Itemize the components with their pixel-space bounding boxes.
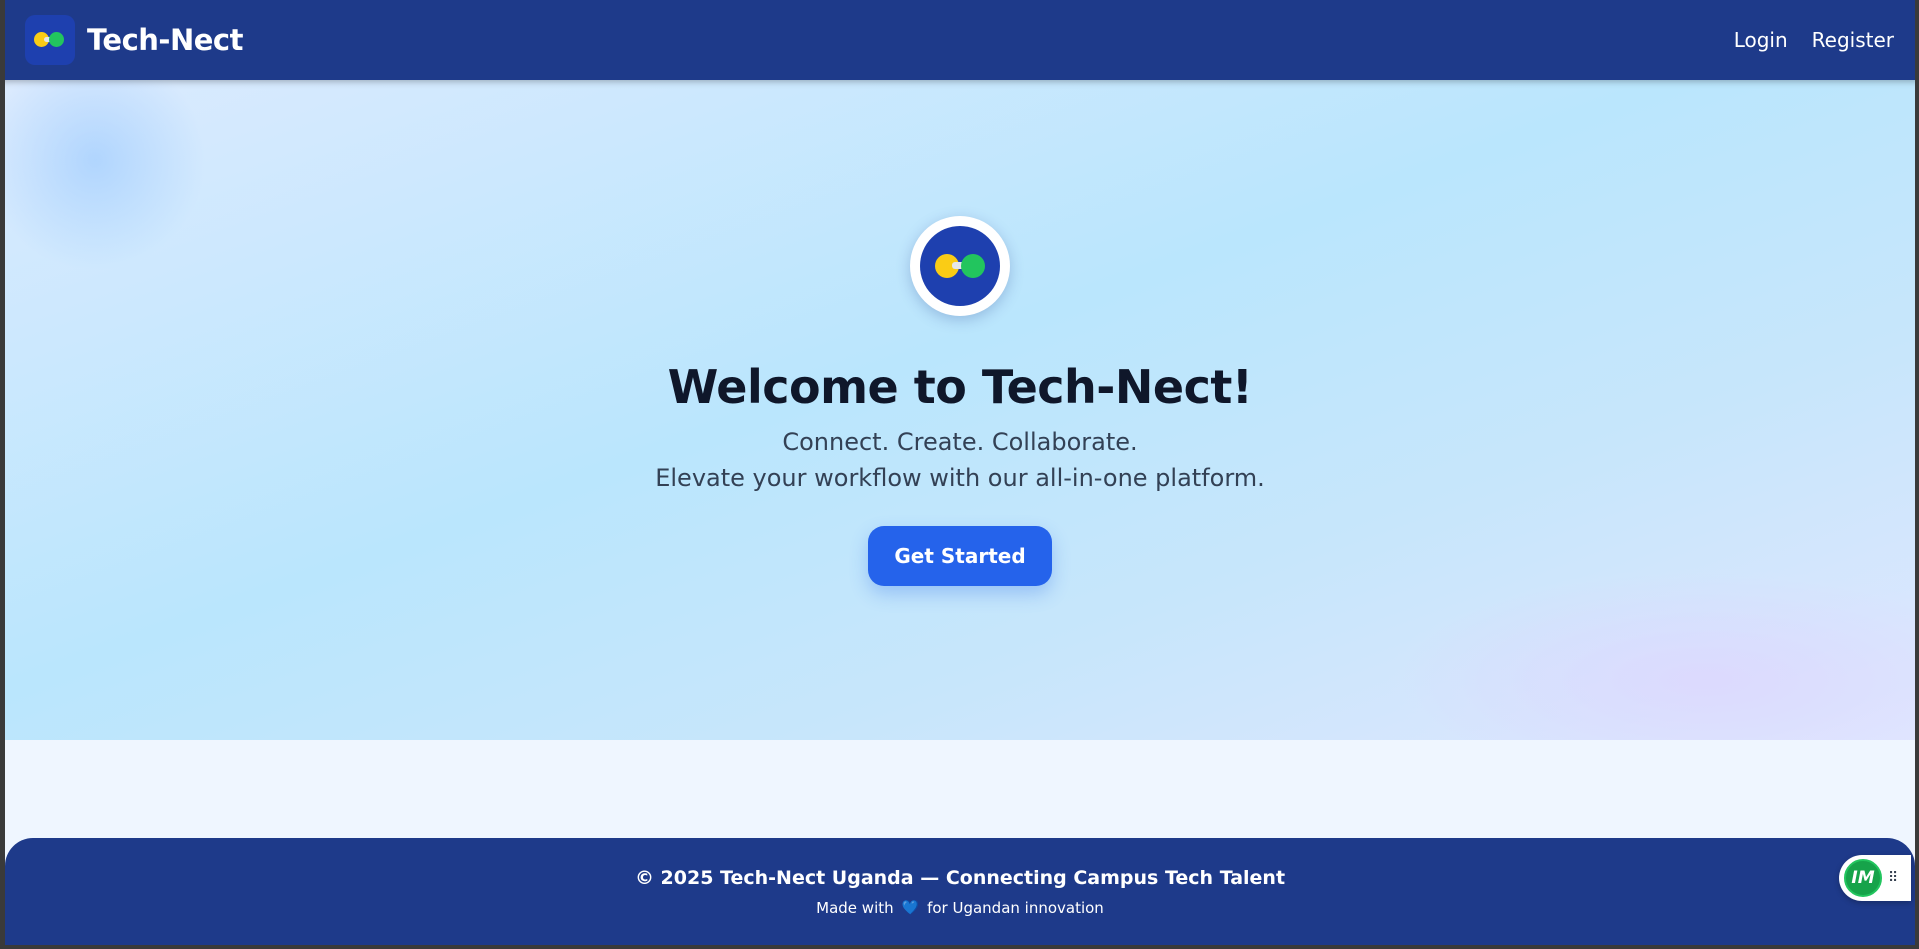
- hero-subtitle: Elevate your workflow with our all-in-on…: [655, 464, 1265, 492]
- hero-title: Welcome to Tech-Nect!: [667, 360, 1253, 414]
- brand-name: Tech-Nect: [87, 23, 243, 57]
- hero-logo-icon: [910, 216, 1010, 316]
- made-with-suffix: for Ugandan innovation: [927, 899, 1104, 917]
- hero-logo-disc: [920, 226, 1000, 306]
- app-root: Tech-Nect Login Register Welcome to Tech…: [5, 0, 1915, 945]
- footer-made-with: Made with 💙 for Ugandan innovation: [816, 899, 1104, 917]
- nav-links: Login Register: [1734, 28, 1894, 52]
- hero-tagline: Connect. Create. Collaborate.: [782, 428, 1138, 456]
- hero-subtitle-block: Connect. Create. Collaborate. Elevate yo…: [655, 424, 1265, 496]
- brand-logo-icon: [25, 15, 75, 65]
- login-link[interactable]: Login: [1734, 28, 1788, 52]
- register-link[interactable]: Register: [1812, 28, 1894, 52]
- floating-widget[interactable]: IM ⠿: [1839, 855, 1911, 901]
- heart-icon: 💙: [901, 900, 920, 916]
- made-with-prefix: Made with: [816, 899, 894, 917]
- logo-green-dot: [49, 32, 64, 47]
- navbar: Tech-Nect Login Register: [5, 0, 1915, 80]
- drag-handle-icon[interactable]: ⠿: [1888, 870, 1898, 886]
- footer-copyright: © 2025 Tech-Nect Uganda — Connecting Cam…: [634, 867, 1286, 889]
- get-started-button[interactable]: Get Started: [868, 526, 1052, 586]
- widget-badge-icon[interactable]: IM: [1844, 859, 1882, 897]
- footer: © 2025 Tech-Nect Uganda — Connecting Cam…: [5, 838, 1915, 945]
- brand[interactable]: Tech-Nect: [25, 15, 243, 65]
- hero-section: Welcome to Tech-Nect! Connect. Create. C…: [5, 80, 1915, 740]
- logo-green-dot: [961, 254, 985, 278]
